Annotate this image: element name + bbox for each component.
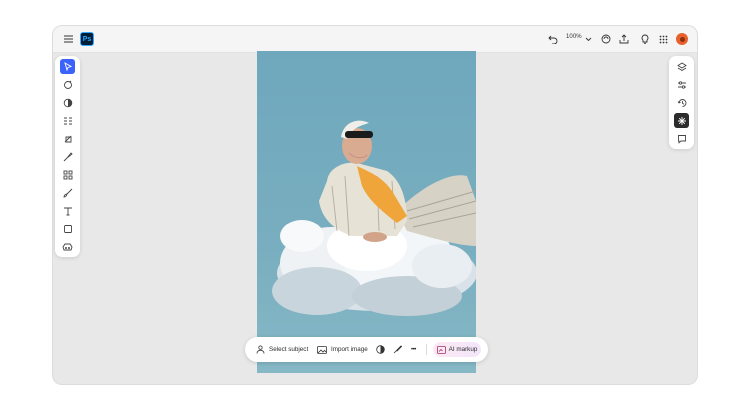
menu-icon[interactable] [63,34,73,44]
adjust-button[interactable] [376,337,385,362]
adjustments-icon[interactable] [674,77,689,92]
history-icon[interactable] [674,95,689,110]
comment-icon[interactable] [674,131,689,146]
import-image-button[interactable]: Import image [317,337,368,362]
generate-button[interactable] [393,337,402,362]
cloud-sync-icon[interactable] [601,34,611,44]
image-icon [317,345,327,354]
layers-icon[interactable] [674,59,689,74]
more-options-button[interactable]: ••• [411,337,416,362]
content-aware-icon[interactable] [60,239,75,254]
adjust-tool-icon[interactable] [60,77,75,92]
apps-grid-icon[interactable] [658,34,668,44]
canvas-image [272,120,476,316]
contrast-icon [376,345,385,354]
ai-markup-icon [436,345,446,354]
avatar[interactable] [676,33,688,45]
quick-actions-icon[interactable] [60,113,75,128]
right-panel [669,56,694,149]
generative-fill-icon[interactable] [60,149,75,164]
remove-tool-icon[interactable] [60,131,75,146]
more-icon: ••• [411,346,416,353]
ai-sparkle-icon[interactable] [674,113,689,128]
zoom-level[interactable]: 100% [566,34,582,40]
top-bar: Ps 100% [53,26,697,53]
man-figure [319,120,476,246]
contextual-task-bar: Select subject Import image ••• AI marku… [245,337,488,362]
document-canvas[interactable] [257,51,476,373]
lightbulb-icon[interactable] [640,34,650,44]
spot-heal-icon[interactable] [60,167,75,182]
app-logo[interactable]: Ps [80,32,94,46]
app-window: Ps 100% Select subject Import image ••• … [53,26,697,384]
select-subject-button[interactable]: Select subject [256,337,308,362]
retouch-tool-icon[interactable] [60,95,75,110]
undo-icon[interactable] [548,34,558,44]
chevron-down-icon[interactable] [584,35,592,43]
share-icon[interactable] [619,34,629,44]
left-toolbar [55,56,80,257]
paint-brush-icon [393,345,402,354]
divider [426,344,427,355]
select-subject-label: Select subject [269,346,309,353]
text-icon[interactable] [60,203,75,218]
import-image-label: Import image [331,346,368,353]
select-tool-icon[interactable] [60,59,75,74]
person-select-icon [256,345,265,354]
brush-icon[interactable] [60,185,75,200]
ai-markup-label: AI markup [448,346,478,353]
ai-markup-button[interactable]: AI markup [433,342,481,357]
shape-icon[interactable] [60,221,75,236]
